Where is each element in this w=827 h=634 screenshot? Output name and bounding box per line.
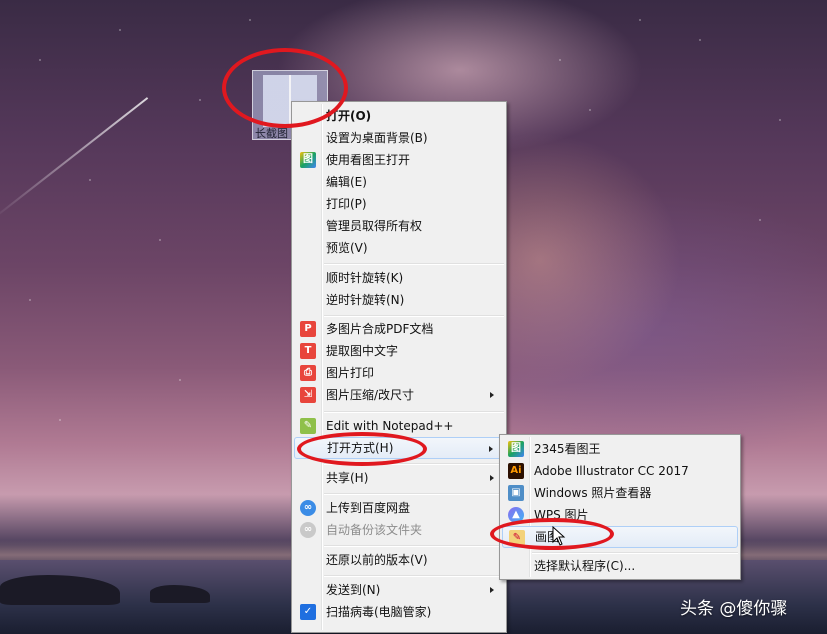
kantuwang-icon: 图 [508, 441, 524, 457]
menu-item-upload-baidu[interactable]: ∞ 上传到百度网盘 [294, 497, 504, 519]
submenu-item-illustrator[interactable]: Ai Adobe Illustrator CC 2017 [502, 460, 738, 482]
compress-icon: ⇲ [300, 387, 316, 403]
menu-item-edit[interactable]: 编辑(E) [294, 171, 504, 193]
menu-item-share[interactable]: 共享(H) [294, 467, 504, 489]
shield-icon: ✓ [300, 604, 316, 620]
submenu-item-choose-default[interactable]: 选择默认程序(C)... [502, 555, 738, 577]
menu-item-image-print[interactable]: ⎙ 图片打印 [294, 362, 504, 384]
menu-item-preview[interactable]: 预览(V) [294, 237, 504, 259]
menu-item-virus-scan[interactable]: ✓ 扫描病毒(电脑管家) [294, 601, 504, 623]
notepad-plus-plus-icon: ✎ [300, 418, 316, 434]
menu-item-set-wallpaper[interactable]: 设置为桌面背景(B) [294, 127, 504, 149]
menu-separator [324, 575, 504, 577]
submenu-arrow-icon [490, 475, 494, 481]
menu-separator [324, 315, 504, 317]
submenu-arrow-icon [489, 446, 493, 452]
submenu-arrow-icon [490, 587, 494, 593]
menu-item-rotate-clockwise[interactable]: 顺时针旋转(K) [294, 267, 504, 289]
menu-item-open-with-kantuwang[interactable]: 图 使用看图王打开 [294, 149, 504, 171]
menu-item-auto-backup: ∞ 自动备份该文件夹 [294, 519, 504, 541]
menu-item-rotate-counterclockwise[interactable]: 逆时针旋转(N) [294, 289, 504, 311]
annotation-ring-open-with [297, 432, 427, 466]
menu-separator [324, 411, 504, 413]
photo-viewer-icon: ▣ [508, 485, 524, 501]
menu-separator [324, 545, 504, 547]
menu-item-compress-resize[interactable]: ⇲ 图片压缩/改尺寸 [294, 384, 504, 406]
watermark: 头条 @傻你骤 [680, 599, 788, 619]
menu-item-send-to[interactable]: 发送到(N) [294, 579, 504, 601]
menu-item-print[interactable]: 打印(P) [294, 193, 504, 215]
kantuwang-icon: 图 [300, 152, 316, 168]
submenu-item-photo-viewer[interactable]: ▣ Windows 照片查看器 [502, 482, 738, 504]
text-extract-icon: T [300, 343, 316, 359]
menu-item-merge-pdf[interactable]: P 多图片合成PDF文档 [294, 318, 504, 340]
rock [150, 585, 210, 603]
menu-separator [532, 552, 738, 554]
open-with-submenu: 图 2345看图王 Ai Adobe Illustrator CC 2017 ▣… [499, 434, 741, 580]
submenu-arrow-icon [490, 392, 494, 398]
annotation-ring-file [222, 48, 348, 128]
menu-item-edit-notepadpp[interactable]: ✎ Edit with Notepad++ [294, 415, 504, 437]
printer-icon: ⎙ [300, 365, 316, 381]
menu-separator [324, 493, 504, 495]
illustrator-icon: Ai [508, 463, 524, 479]
mouse-cursor-icon [552, 526, 566, 546]
submenu-item-2345-kantuwang[interactable]: 图 2345看图王 [502, 438, 738, 460]
baidu-netdisk-icon: ∞ [300, 500, 316, 516]
context-menu: 打开(O) 设置为桌面背景(B) 图 使用看图王打开 编辑(E) 打印(P) 管… [291, 101, 507, 633]
menu-item-restore-previous[interactable]: 还原以前的版本(V) [294, 549, 504, 571]
menu-item-take-ownership[interactable]: 管理员取得所有权 [294, 215, 504, 237]
menu-item-extract-text[interactable]: T 提取图中文字 [294, 340, 504, 362]
menu-separator [324, 263, 504, 265]
pdf-merge-icon: P [300, 321, 316, 337]
baidu-backup-icon: ∞ [300, 522, 316, 538]
